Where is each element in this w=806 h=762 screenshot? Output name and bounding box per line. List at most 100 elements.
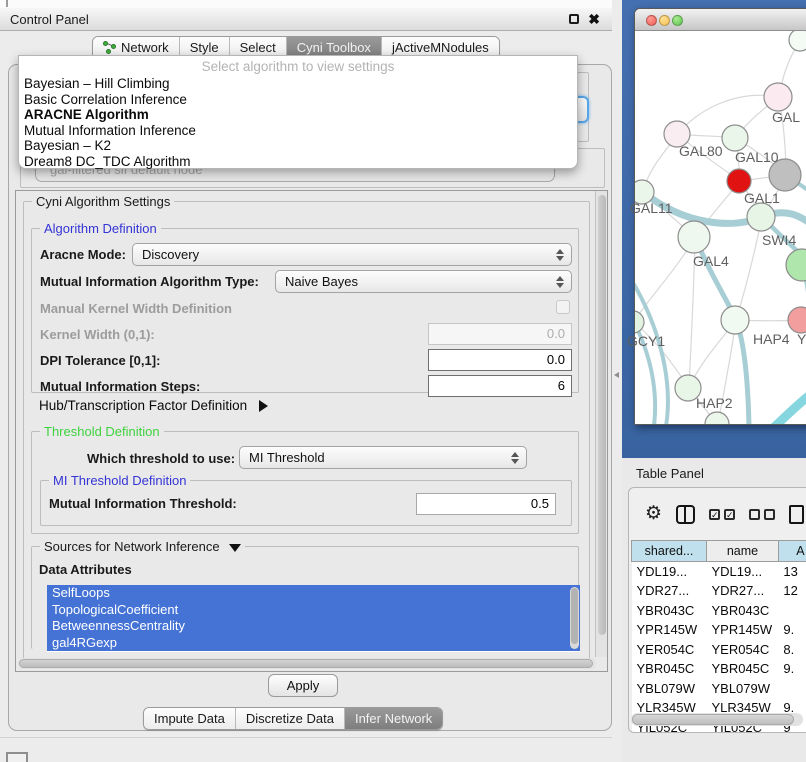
table-row[interactable]: YPR145WYPR145W9. <box>632 620 806 640</box>
control-panel-title: Control Panel <box>0 12 89 27</box>
hub-section-label: Hub/Transcription Factor Definition <box>39 398 247 413</box>
attributes-scrollbar[interactable] <box>570 587 579 649</box>
application-root: Control Panel ✖ Network Style Select Cyn… <box>0 0 806 762</box>
algorithm-option-selected[interactable]: ARACNE Algorithm <box>19 107 577 123</box>
network-icon <box>103 41 116 54</box>
bottom-divider <box>0 737 620 738</box>
table-row[interactable]: YDL19...YDL19...13 <box>632 562 806 582</box>
algorithm-option[interactable]: Bayesian – K2 <box>19 138 577 154</box>
control-panel-header: Control Panel ✖ <box>0 8 612 31</box>
algorithm-option[interactable]: Mutual Information Inference <box>19 123 577 139</box>
node-label: Y <box>797 331 806 347</box>
manual-kernel-checkbox[interactable] <box>556 300 570 314</box>
cyni-settings-scrollpane: Cyni Algorithm Settings Algorithm Defini… <box>15 190 608 672</box>
deselect-all-icon[interactable] <box>749 509 775 520</box>
dpi-tolerance-label: DPI Tolerance [0,1]: <box>40 353 160 368</box>
combo-arrows-icon <box>511 451 520 465</box>
network-window-titlebar[interactable] <box>635 9 806 31</box>
mi-threshold-label: Mutual Information Threshold: <box>49 496 237 511</box>
table-row[interactable]: YDR27...YDR27...12 <box>632 581 806 601</box>
tab-infer-network[interactable]: Infer Network <box>345 708 442 729</box>
attribute-item-selected[interactable]: TopologicalCoefficient <box>47 602 580 619</box>
attribute-item-selected[interactable]: BetweennessCentrality <box>47 618 580 635</box>
mi-type-value: Naive Bayes <box>276 274 358 289</box>
expand-right-icon <box>259 400 268 412</box>
table-panel-title: Table Panel <box>636 466 704 481</box>
network-canvas[interactable] <box>635 31 806 425</box>
close-panel-icon[interactable]: ✖ <box>588 12 600 26</box>
column-header-clipped[interactable]: A <box>778 541 806 562</box>
window-zoom-icon[interactable] <box>672 15 683 26</box>
split-columns-icon[interactable] <box>676 505 695 524</box>
attribute-item-selected[interactable]: gal4RGexp <box>47 635 580 652</box>
table-row[interactable]: YER054CYER054C8. <box>632 640 806 660</box>
hub-section-toggle[interactable]: Hub/Transcription Factor Definition <box>39 398 268 413</box>
node-label: GAL1 <box>744 190 780 206</box>
aracne-mode-combobox[interactable]: Discovery <box>132 243 572 266</box>
window-close-icon[interactable] <box>646 15 657 26</box>
column-header-name[interactable]: name <box>706 541 778 562</box>
aracne-mode-value: Discovery <box>133 247 199 262</box>
node-label: HAP4 <box>753 331 790 347</box>
collapse-down-icon[interactable] <box>229 544 241 552</box>
table-row[interactable]: YBR045CYBR045C9. <box>632 659 806 679</box>
manual-kernel-label: Manual Kernel Width Definition <box>40 301 232 316</box>
settings-vertical-scrollbar[interactable] <box>595 191 607 657</box>
panel-splitter[interactable] <box>612 0 622 762</box>
tab-impute-data-label: Impute Data <box>154 711 225 726</box>
table-row[interactable]: YBR043CYBR043C <box>632 601 806 621</box>
splitter-collapse-icon[interactable] <box>614 372 619 378</box>
window-minimize-icon[interactable] <box>659 15 670 26</box>
node-label: GAL10 <box>735 149 779 165</box>
threshold-definition-title: Threshold Definition <box>40 424 164 439</box>
algorithm-option[interactable]: Bayesian – Hill Climbing <box>19 76 577 92</box>
top-tick <box>6 0 8 7</box>
node-label: GAL11 <box>630 200 673 216</box>
algorithm-definition-group: Algorithm Definition Aracne Mode: Discov… <box>31 228 579 393</box>
kernel-width-field[interactable]: 0.0 <box>428 323 572 345</box>
gear-icon[interactable]: ⚙ <box>645 504 662 524</box>
data-attributes-list[interactable]: SelfLoops TopologicalCoefficient Between… <box>47 585 580 652</box>
export-table-icon[interactable] <box>789 505 804 524</box>
tab-discretize-data-label: Discretize Data <box>246 711 334 726</box>
tab-impute-data[interactable]: Impute Data <box>144 708 236 729</box>
tab-style-label: Style <box>190 40 219 55</box>
column-header-shared-name[interactable]: shared... <box>632 541 707 562</box>
node-label: SWI4 <box>762 232 796 248</box>
top-strip <box>0 0 620 8</box>
tab-cyni-toolbox-label: Cyni Toolbox <box>297 40 371 55</box>
mi-threshold-definition-group: MI Threshold Definition Mutual Informati… <box>40 480 572 526</box>
table-row[interactable]: YBL079WYBL079W <box>632 679 806 699</box>
dpi-tolerance-field[interactable]: 0.0 <box>428 349 572 371</box>
node-label: GAL <box>772 109 800 125</box>
attribute-item-selected[interactable]: SelfLoops <box>47 585 580 602</box>
node-label: GCY1 <box>627 333 665 349</box>
select-all-icon[interactable]: ✓✓ <box>709 509 735 520</box>
algorithm-option[interactable]: Dream8 DC_TDC Algorithm <box>19 154 577 170</box>
settings-horizontal-scrollbar[interactable] <box>18 658 596 669</box>
kernel-width-label: Kernel Width (0,1): <box>40 327 155 342</box>
sources-title: Sources for Network Inference <box>40 539 245 554</box>
node-label: HAP2 <box>696 395 733 411</box>
tab-discretize-data[interactable]: Discretize Data <box>236 708 345 729</box>
network-window[interactable] <box>634 8 806 425</box>
which-threshold-value: MI Threshold <box>240 450 325 465</box>
mi-type-label: Mutual Information Algorithm Type: <box>40 274 259 289</box>
mi-threshold-field[interactable]: 0.5 <box>416 493 556 515</box>
node-table: shared... name A YDL19...YDL19...13 YDR2… <box>631 540 806 733</box>
tab-infer-network-label: Infer Network <box>355 711 432 726</box>
mi-type-combobox[interactable]: Naive Bayes <box>275 270 572 293</box>
tab-jactivemnodules-label: jActiveMNodules <box>392 40 489 55</box>
algorithm-popup: Select algorithm to view settings Bayesi… <box>18 55 578 169</box>
algorithm-option[interactable]: Basic Correlation Inference <box>19 92 577 108</box>
float-panel-icon[interactable] <box>569 14 579 24</box>
tab-network-label: Network <box>121 40 169 55</box>
minimized-panel-icon[interactable] <box>6 752 28 762</box>
bottom-tabbar: Impute Data Discretize Data Infer Networ… <box>143 707 443 730</box>
apply-button[interactable]: Apply <box>268 674 338 697</box>
which-threshold-combobox[interactable]: MI Threshold <box>239 446 527 469</box>
table-horizontal-scrollbar[interactable] <box>631 713 803 726</box>
mi-steps-field[interactable]: 6 <box>428 375 572 397</box>
mi-steps-label: Mutual Information Steps: <box>40 379 200 394</box>
mi-threshold-definition-title: MI Threshold Definition <box>49 473 190 488</box>
